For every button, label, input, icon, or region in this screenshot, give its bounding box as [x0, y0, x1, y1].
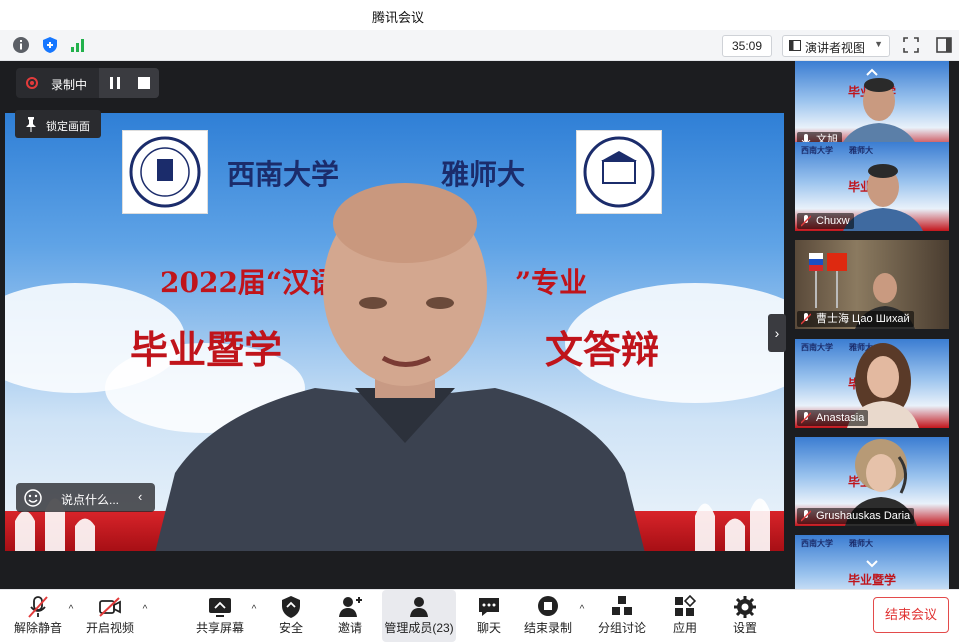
- quick-chat-input[interactable]: 说点什么... ‹: [16, 483, 155, 512]
- mic-muted-icon: [28, 596, 48, 618]
- participant-person: [839, 78, 919, 150]
- manage-members-button[interactable]: 管理成员(23): [382, 590, 456, 642]
- invite-button[interactable]: 邀请: [325, 590, 375, 642]
- chat-button[interactable]: 聊天: [464, 590, 514, 642]
- share-screen-button[interactable]: 共享屏幕: [190, 590, 250, 642]
- mic-muted-icon: [801, 313, 811, 325]
- apps-button[interactable]: 应用: [660, 590, 710, 642]
- participant-tile[interactable]: 毕业暨学 文旭: [795, 61, 949, 150]
- flags: [809, 253, 847, 308]
- stop-recording-label: 结束录制: [523, 621, 572, 635]
- end-meeting-button[interactable]: 结束会议: [873, 597, 949, 633]
- fullscreen-icon[interactable]: [902, 36, 920, 54]
- participant-name-bar: Anastasia: [797, 410, 869, 426]
- signal-icon[interactable]: [69, 36, 87, 54]
- share-screen-label: 共享屏幕: [195, 621, 244, 635]
- security-label: 安全: [278, 621, 303, 635]
- start-video-button[interactable]: 开启视频: [80, 590, 140, 642]
- breakout-rooms-button[interactable]: 分组讨论: [594, 590, 650, 642]
- info-icon[interactable]: [12, 36, 30, 54]
- quick-chat-placeholder: 说点什么...: [61, 493, 120, 507]
- breakout-label: 分组讨论: [597, 621, 646, 635]
- members-icon: [410, 597, 428, 617]
- shield-icon: [282, 596, 300, 618]
- record-options-chevron-icon[interactable]: ^: [576, 604, 588, 616]
- share-options-chevron-icon[interactable]: ^: [248, 604, 260, 616]
- collapse-gallery-button[interactable]: ›: [768, 314, 786, 352]
- participant-person: [843, 164, 923, 231]
- record-dot-icon: [26, 77, 38, 89]
- chat-label: 聊天: [476, 621, 501, 635]
- video-off-icon: [99, 597, 121, 617]
- settings-button[interactable]: 设置: [720, 590, 770, 642]
- participant-tile[interactable]: 西南大学 雅师大 毕业暨学 Anastasia: [795, 339, 949, 428]
- share-screen-icon: [209, 598, 231, 617]
- security-button[interactable]: 安全: [266, 590, 316, 642]
- participant-name: Grushauskas Daria: [816, 510, 911, 522]
- participant-tile[interactable]: 曹士海 Цао Шихай: [795, 240, 949, 329]
- manage-members-label: 管理成员(23): [384, 621, 454, 635]
- pause-icon[interactable]: [108, 76, 122, 90]
- speaker-view-icon: [789, 40, 801, 51]
- view-mode-select[interactable]: 演讲者视图 ▼: [782, 35, 890, 57]
- chevron-up-icon[interactable]: [865, 67, 879, 77]
- mic-muted-icon: [801, 412, 811, 424]
- window-title: 腾讯会议: [372, 10, 425, 25]
- mic-muted-icon: [801, 510, 811, 522]
- chat-icon: [479, 598, 499, 616]
- mic-muted-icon: [801, 215, 811, 227]
- recording-indicator: 录制中: [16, 68, 159, 98]
- add-user-icon: [339, 597, 362, 617]
- participant-tile[interactable]: 西南大学 雅师大 毕业暨学: [795, 535, 949, 589]
- participant-name-bar: 曹士海 Цао Шихай: [797, 311, 914, 327]
- video-options-chevron-icon[interactable]: ^: [139, 604, 151, 616]
- recording-controls: [99, 68, 159, 98]
- shield-icon[interactable]: [41, 36, 59, 54]
- meeting-info-bar: 35:09 演讲者视图 ▼: [0, 30, 959, 61]
- lock-view-button[interactable]: 锁定画面: [15, 110, 101, 138]
- participant-tile[interactable]: 西南大学 雅师大 毕业暨学 Chuxw: [795, 142, 949, 231]
- settings-label: 设置: [732, 621, 757, 635]
- meeting-timer: 35:09: [722, 35, 772, 57]
- start-video-label: 开启视频: [85, 621, 134, 635]
- participant-name: Chuxw: [816, 215, 850, 227]
- title-bar: 腾讯会议: [0, 0, 959, 30]
- tile-banner: 毕业暨学: [847, 573, 896, 587]
- stop-recording-button[interactable]: 结束录制: [520, 590, 576, 642]
- sidebar-toggle-icon[interactable]: [935, 36, 953, 54]
- tile-header: 西南大学 雅师大: [801, 145, 873, 155]
- pin-icon: [26, 117, 36, 132]
- participant-name-bar: Grushauskas Daria: [797, 508, 915, 524]
- participant-name: 曹士海 Цао Шихай: [816, 313, 910, 325]
- breakout-icon: [612, 596, 632, 615]
- participant-gallery: 毕业暨学 文旭 西南大学 雅师大 毕业暨学 Chuxw 曹士海 Цао Шиха…: [791, 61, 959, 589]
- tile-header: 西南大学 雅师大: [801, 538, 873, 548]
- lock-view-label: 锁定画面: [46, 121, 90, 133]
- gear-icon: [734, 596, 756, 618]
- stop-icon[interactable]: [137, 76, 151, 90]
- invite-label: 邀请: [337, 621, 362, 635]
- unmute-label: 解除静音: [13, 621, 62, 635]
- unmute-button[interactable]: 解除静音: [8, 590, 68, 642]
- participant-name-bar: Chuxw: [797, 213, 854, 229]
- stop-record-icon: [538, 596, 558, 616]
- emoji-icon[interactable]: [24, 489, 42, 507]
- participant-name: Anastasia: [816, 412, 865, 424]
- apps-icon: [675, 594, 697, 616]
- meeting-toolbar: 解除静音 ^ 开启视频 ^ 共享屏幕 ^ 安全 邀请 管理成员(23) 聊天 结…: [0, 589, 959, 642]
- view-mode-label: 演讲者视图: [805, 41, 866, 55]
- participant-tile[interactable]: 毕业暨学 Grushauskas Daria: [795, 437, 949, 526]
- chevron-down-icon: ▼: [874, 39, 883, 49]
- chevron-down-icon[interactable]: [865, 559, 879, 569]
- apps-label: 应用: [672, 621, 697, 635]
- chevron-right-icon: ›: [774, 325, 780, 341]
- recording-label: 录制中: [51, 78, 88, 92]
- speaker-person: [155, 183, 645, 551]
- audio-options-chevron-icon[interactable]: ^: [65, 604, 77, 616]
- chevron-left-icon[interactable]: ‹: [138, 489, 142, 504]
